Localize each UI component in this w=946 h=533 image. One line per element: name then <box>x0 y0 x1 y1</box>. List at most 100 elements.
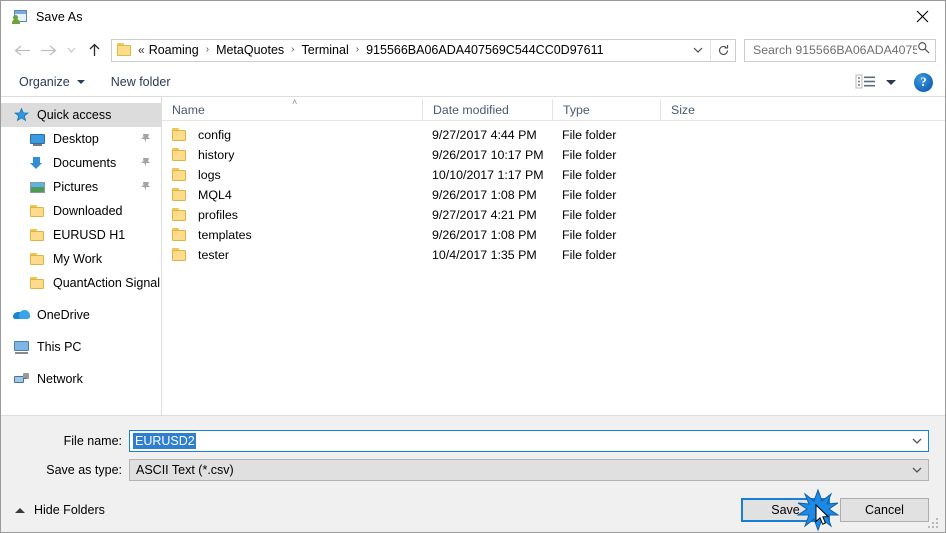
breadcrumb-separator[interactable]: › <box>200 45 215 55</box>
file-name-row: File name: EURUSD2 <box>1 430 929 452</box>
column-header-date-modified[interactable]: Date modified <box>422 98 552 121</box>
breadcrumb-item-1[interactable]: MetaQuotes <box>215 43 285 57</box>
cell-type: File folder <box>562 128 617 142</box>
column-header-size[interactable]: Size <box>660 98 740 121</box>
table-row[interactable]: MQL4 9/26/2017 1:08 PM File folder <box>162 185 945 205</box>
breadcrumb-separator[interactable]: › <box>285 45 300 55</box>
search-input[interactable]: Search 915566BA06ADA40756... <box>744 38 936 62</box>
cell-date-modified: 9/27/2017 4:21 PM <box>432 208 537 222</box>
cell-name: MQL4 <box>162 188 422 202</box>
sidebar-item-this-pc[interactable]: This PC <box>1 335 161 359</box>
chevron-down-icon[interactable] <box>686 40 710 61</box>
sidebar-item-label: My Work <box>53 252 103 266</box>
file-name: logs <box>198 168 221 182</box>
folder-icon <box>29 203 46 219</box>
sidebar-item-downloaded[interactable]: Downloaded <box>1 199 161 223</box>
new-folder-button[interactable]: New folder <box>111 75 171 89</box>
hide-folders-button[interactable]: Hide Folders <box>11 503 105 517</box>
chevron-down-icon[interactable] <box>906 460 928 480</box>
column-header-name[interactable]: ˄ Name <box>162 96 422 121</box>
documents-icon <box>29 155 46 171</box>
arrow-right-icon[interactable] <box>35 37 61 63</box>
cell-name: logs <box>162 168 422 182</box>
sidebar-item-label: Documents <box>53 156 117 170</box>
cell-type: File folder <box>562 208 617 222</box>
save-button[interactable]: Save <box>741 498 830 522</box>
dialog-body: Quick access Desktop Documents Pictures … <box>1 97 945 415</box>
sidebar-item-documents[interactable]: Documents <box>1 151 161 175</box>
breadcrumb-overflow[interactable]: « <box>137 43 148 57</box>
network-icon <box>13 371 30 387</box>
sidebar-item-label: Pictures <box>53 180 99 194</box>
cell-name: history <box>162 148 422 162</box>
search-placeholder: Search 915566BA06ADA40756... <box>753 43 917 57</box>
folder-icon <box>29 275 46 291</box>
breadcrumb-item-2[interactable]: Terminal <box>301 43 350 57</box>
table-row[interactable]: history 9/26/2017 10:17 PM File folder <box>162 145 945 165</box>
sidebar-item-desktop[interactable]: Desktop <box>1 127 161 151</box>
file-name: templates <box>198 228 252 242</box>
cell-date-modified: 9/26/2017 1:08 PM <box>432 228 537 242</box>
file-name: tester <box>198 248 229 262</box>
sort-ascending-icon: ˄ <box>292 96 298 107</box>
cell-date-modified: 9/27/2017 4:44 PM <box>432 128 537 142</box>
resize-grip-icon[interactable] <box>928 516 941 529</box>
sidebar-item-quantaction-signal[interactable]: QuantAction Signal <box>1 271 161 295</box>
breadcrumb-item-0[interactable]: Roaming <box>148 43 200 57</box>
command-bar: Organize New folder ? <box>1 68 945 97</box>
cell-name: templates <box>162 228 422 242</box>
column-header-type[interactable]: Type <box>552 98 660 121</box>
breadcrumb: « Roaming › MetaQuotes › Terminal › 9155… <box>137 43 686 57</box>
arrow-left-icon[interactable] <box>9 37 35 63</box>
column-label: Date modified <box>433 102 509 117</box>
folder-icon <box>117 43 133 57</box>
chevron-down-icon[interactable] <box>886 79 896 85</box>
column-headers: ˄ Name Date modified Type Size <box>162 97 945 121</box>
cell-date-modified: 10/10/2017 1:17 PM <box>432 168 544 182</box>
help-icon[interactable]: ? <box>914 72 933 92</box>
view-layout-icon[interactable] <box>855 73 877 91</box>
sidebar-item-quick-access[interactable]: Quick access <box>1 103 161 127</box>
save-as-dialog: Save As « Roaming › MetaQuotes › Termina… <box>0 0 946 533</box>
star-icon <box>13 107 30 123</box>
folder-icon <box>172 248 188 262</box>
file-name-input[interactable]: EURUSD2 <box>129 430 929 452</box>
organize-button[interactable]: Organize <box>19 75 85 89</box>
sidebar-item-onedrive[interactable]: OneDrive <box>1 303 161 327</box>
cell-name: config <box>162 128 422 142</box>
navigation-bar: « Roaming › MetaQuotes › Terminal › 9155… <box>1 32 945 68</box>
search-icon <box>917 41 930 59</box>
refresh-icon[interactable] <box>711 40 735 61</box>
sidebar-item-label: OneDrive <box>37 308 90 322</box>
cancel-button[interactable]: Cancel <box>840 498 929 522</box>
cell-type: File folder <box>562 248 617 262</box>
sidebar-item-label: Network <box>37 372 83 386</box>
table-row[interactable]: profiles 9/27/2017 4:21 PM File folder <box>162 205 945 225</box>
address-bar[interactable]: « Roaming › MetaQuotes › Terminal › 9155… <box>111 38 736 62</box>
folder-icon <box>172 208 188 222</box>
save-as-type-select[interactable]: ASCII Text (*.csv) <box>129 459 929 481</box>
sidebar-item-my-work[interactable]: My Work <box>1 247 161 271</box>
sidebar-item-network[interactable]: Network <box>1 367 161 391</box>
table-row[interactable]: templates 9/26/2017 1:08 PM File folder <box>162 225 945 245</box>
pin-icon[interactable] <box>140 181 151 192</box>
sidebar-item-label: EURUSD H1 <box>53 228 126 242</box>
sidebar-item-pictures[interactable]: Pictures <box>1 175 161 199</box>
pin-icon[interactable] <box>140 157 151 168</box>
save-as-type-row: Save as type: ASCII Text (*.csv) <box>1 459 929 481</box>
table-row[interactable]: config 9/27/2017 4:44 PM File folder <box>162 125 945 145</box>
arrow-up-icon[interactable] <box>81 37 107 63</box>
pin-icon[interactable] <box>140 133 151 144</box>
table-row[interactable]: logs 10/10/2017 1:17 PM File folder <box>162 165 945 185</box>
close-icon[interactable] <box>899 1 945 31</box>
chevron-down-icon[interactable] <box>906 431 928 451</box>
breadcrumb-item-3[interactable]: 915566BA06ADA407569C544CC0D97611 <box>365 43 604 57</box>
sidebar-item-eurusd-h1[interactable]: EURUSD H1 <box>1 223 161 247</box>
cell-name: profiles <box>162 208 422 222</box>
file-name-label: File name: <box>63 434 122 448</box>
breadcrumb-separator[interactable]: › <box>350 45 365 55</box>
save-as-app-icon <box>12 9 28 25</box>
chevron-down-icon[interactable] <box>61 37 81 63</box>
table-row[interactable]: tester 10/4/2017 1:35 PM File folder <box>162 245 945 265</box>
folder-icon <box>172 168 188 182</box>
